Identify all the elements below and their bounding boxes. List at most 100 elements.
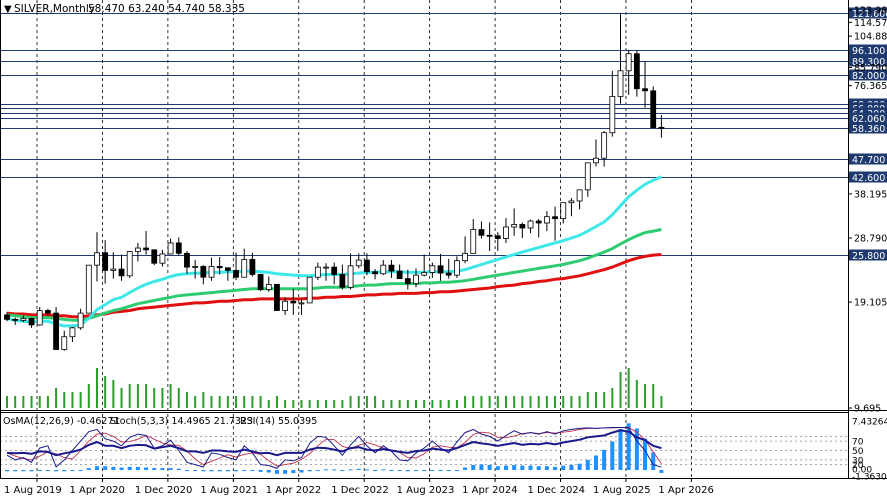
volume-bar	[423, 400, 426, 408]
bull-candle-body	[462, 252, 468, 262]
time-tick-label: 1 Apr 2026	[658, 485, 713, 496]
candle[interactable]	[274, 283, 280, 311]
osma-bar	[463, 467, 468, 470]
osma-bar	[397, 470, 402, 471]
time-tick-label: 1 Apr 2022	[266, 485, 321, 496]
osma-bar	[307, 470, 312, 472]
bear-candle-body	[339, 274, 346, 288]
osma-bar	[225, 470, 230, 472]
bull-candle-body	[421, 272, 428, 276]
volume-bar	[79, 392, 82, 408]
volume-bar	[496, 396, 499, 408]
osma-bar	[78, 470, 83, 471]
candle[interactable]	[53, 307, 59, 350]
volume-bar	[104, 376, 107, 408]
level-tag: 58.360	[849, 122, 887, 135]
time-tick-label: 1 Aug 2021	[200, 485, 258, 496]
volume-bar	[464, 396, 467, 408]
bear-candle-body	[445, 272, 452, 276]
candle[interactable]	[126, 250, 133, 278]
volume-bar	[292, 400, 295, 408]
stoch-label: Stoch(5,3,3) 14.4965 21.7323	[110, 416, 253, 427]
bull-candle-body	[453, 260, 460, 276]
candle[interactable]	[306, 276, 313, 304]
trading-chart[interactable]: 121.60096.10089.30082.00068.00066.00064.…	[0, 0, 887, 500]
volume-bar	[316, 400, 319, 408]
volume-bar	[161, 388, 164, 408]
osma-bar	[577, 463, 582, 470]
time-tick-label: 1 Apr 2020	[69, 485, 124, 496]
candle[interactable]	[257, 273, 264, 292]
bull-candle-body	[167, 242, 174, 255]
bull-candle-body	[568, 200, 575, 204]
bull-candle-body	[85, 264, 92, 314]
price-tick-label: 9.695	[854, 404, 881, 415]
bull-candle-body	[560, 202, 567, 220]
bull-candle-body	[355, 259, 362, 267]
candle[interactable]	[151, 249, 158, 266]
volume-bar	[488, 396, 491, 408]
volume-bar	[545, 396, 548, 408]
osma-bar	[94, 466, 99, 470]
volume-bar	[652, 384, 655, 408]
symbol-icon: ▼	[4, 4, 12, 15]
volume-bar	[447, 400, 450, 408]
bear-candle-body	[396, 270, 403, 280]
osma-bar	[643, 438, 648, 470]
level-tag: 96.100	[849, 44, 887, 57]
volume-bar	[226, 396, 229, 408]
volume-bar	[415, 400, 417, 408]
bull-candle-body	[20, 318, 27, 321]
osma-bar	[520, 465, 525, 470]
volume-bar	[55, 388, 58, 408]
time-tick-label: 1 Apr 2024	[462, 485, 517, 496]
bear-candle-body	[331, 266, 338, 275]
bear-candle-body	[388, 264, 395, 272]
osma-bar	[479, 464, 484, 470]
bear-candle-body	[274, 283, 280, 311]
volume-bar	[38, 396, 41, 408]
osma-bar	[422, 470, 427, 471]
osma-bar	[119, 467, 124, 470]
bull-candle-body	[584, 162, 591, 191]
bear-candle-body	[519, 224, 526, 229]
bear-candle-body	[650, 90, 657, 128]
volume-bar	[30, 396, 33, 408]
volume-bar	[349, 396, 352, 408]
bull-candle-body	[61, 336, 68, 350]
volume-bar	[627, 368, 630, 408]
volume-bar	[635, 380, 638, 408]
osma-bar	[29, 470, 34, 472]
bull-candle-body	[159, 253, 166, 264]
osma-bar	[405, 470, 410, 472]
level-tag: 25.800	[849, 249, 887, 262]
osma-bar	[332, 469, 337, 471]
osma-bar	[13, 470, 18, 472]
bear-candle-body	[184, 252, 190, 268]
volume-bar	[398, 400, 401, 408]
bull-candle-body	[470, 229, 477, 254]
osma-bar	[291, 470, 296, 474]
bull-candle-body	[429, 265, 436, 273]
volume-bar	[325, 400, 328, 408]
bull-candle-body	[609, 95, 616, 134]
candle[interactable]	[650, 86, 657, 128]
bull-candle-body	[69, 327, 76, 338]
volume-bar	[136, 384, 139, 408]
symbol-title: SILVER,Monthly	[14, 3, 95, 15]
volume-bar	[46, 396, 49, 408]
osma-bar	[234, 470, 239, 472]
osma-bar	[135, 466, 140, 470]
osma-bar	[356, 468, 361, 470]
bear-candle-body	[12, 318, 19, 321]
osma-bar	[512, 464, 517, 470]
bull-candle-body	[380, 264, 387, 275]
candle[interactable]	[85, 264, 92, 314]
volume-bar	[95, 368, 98, 408]
osma-bar	[536, 466, 541, 470]
volume-bar	[128, 384, 131, 408]
volume-bar	[513, 396, 516, 408]
osma-bar	[193, 470, 198, 471]
time-tick-label: 1 Aug 2025	[593, 485, 651, 496]
osma-bar	[274, 470, 279, 474]
